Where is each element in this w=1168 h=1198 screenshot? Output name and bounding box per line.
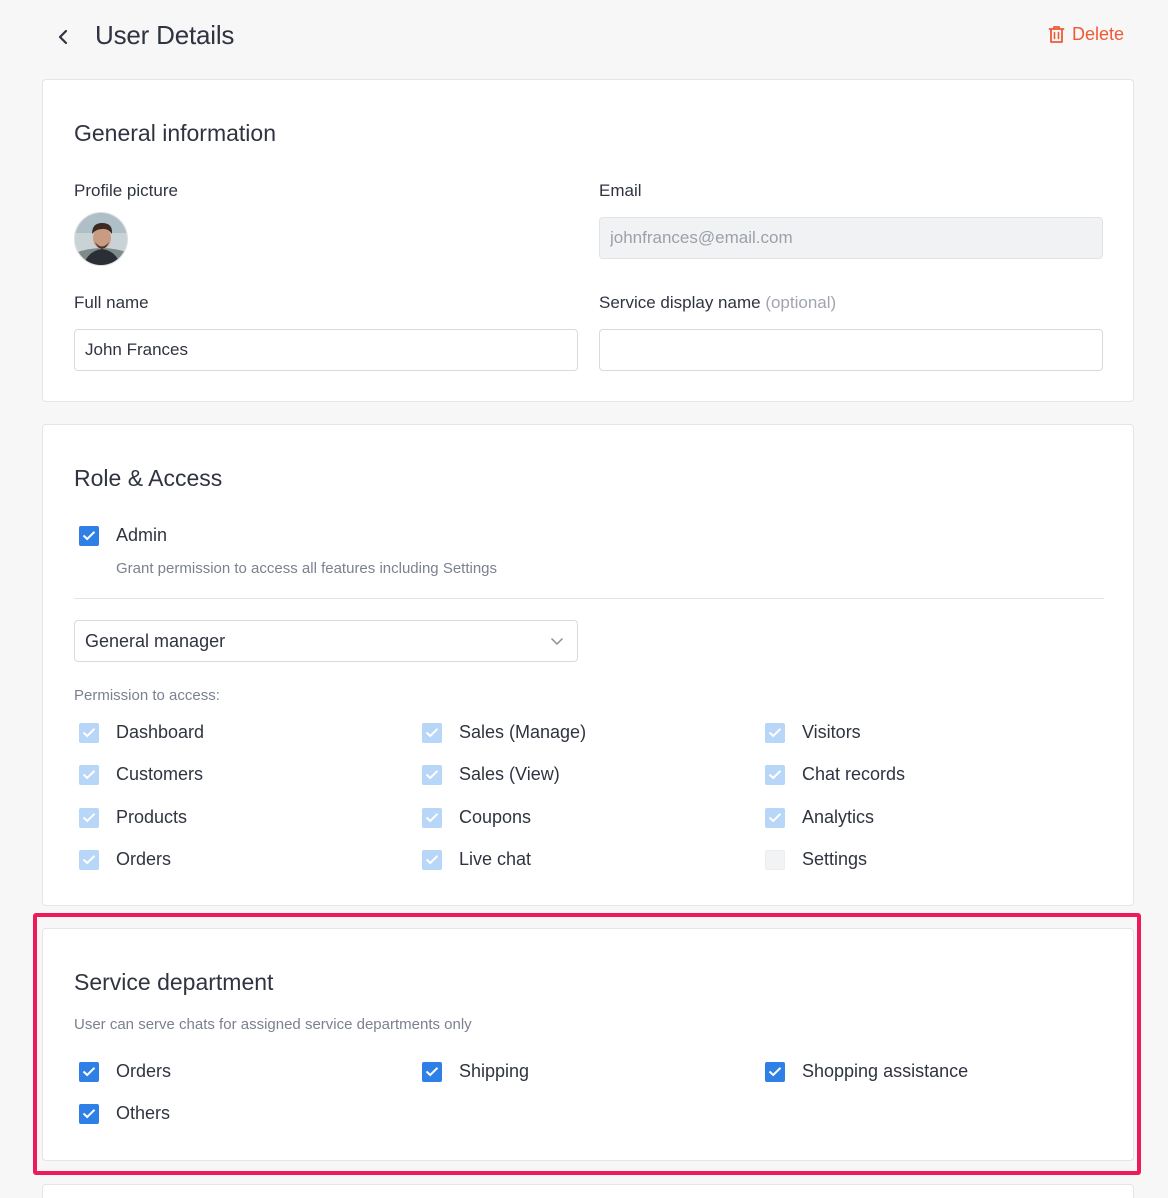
- general-information-card: General information Profile picture Emai…: [42, 79, 1134, 402]
- delete-label: Delete: [1071, 24, 1124, 44]
- checkbox[interactable]: [765, 722, 785, 743]
- role-access-card: Role & Access Admin Grant permission to …: [42, 424, 1134, 906]
- permission-orders[interactable]: Orders: [79, 849, 171, 870]
- checkmark-icon: [425, 770, 439, 780]
- checkbox[interactable]: [79, 764, 99, 785]
- role-select[interactable]: General manager: [74, 620, 578, 662]
- permission-label-text: Chat records: [802, 764, 906, 784]
- delete-button[interactable]: Delete: [1048, 24, 1124, 45]
- checkmark-icon: [425, 1067, 439, 1077]
- checkbox[interactable]: [79, 1061, 99, 1082]
- optional-tag: (optional): [765, 293, 837, 312]
- email-label: Email: [599, 181, 642, 200]
- display-name-label: Service display name (optional): [599, 293, 836, 313]
- permission-label-text: Customers: [116, 764, 204, 784]
- permission-chat-records[interactable]: Chat records: [765, 764, 905, 785]
- checkbox[interactable]: [79, 807, 99, 828]
- permission-label-text: Sales (Manage): [459, 722, 587, 742]
- display-name-label-text: Service display name: [599, 293, 761, 312]
- checkbox[interactable]: [765, 1061, 785, 1082]
- checkmark-icon: [82, 1067, 96, 1077]
- checkbox[interactable]: [422, 807, 442, 828]
- checkbox[interactable]: [422, 1061, 442, 1082]
- permission-label-text: Dashboard: [116, 722, 205, 742]
- department-orders[interactable]: Orders: [79, 1061, 171, 1082]
- checkbox[interactable]: [422, 722, 442, 743]
- department-others[interactable]: Others: [79, 1103, 170, 1124]
- checkbox[interactable]: [422, 849, 442, 870]
- permission-coupons[interactable]: Coupons: [422, 807, 531, 828]
- admin-label: Admin: [116, 525, 168, 545]
- next-card: [42, 1184, 1134, 1198]
- display-name-field[interactable]: [599, 329, 1103, 371]
- role-select-value: General manager: [85, 630, 226, 651]
- permission-label-text: Settings: [802, 849, 868, 869]
- checkmark-icon: [425, 855, 439, 865]
- permission-label-text: Orders: [116, 849, 172, 869]
- checkbox[interactable]: [765, 807, 785, 828]
- profile-photo: [75, 213, 127, 265]
- checkbox[interactable]: [765, 764, 785, 785]
- checkmark-icon: [82, 813, 96, 823]
- checkbox[interactable]: [79, 849, 99, 870]
- permission-sales-manage[interactable]: Sales (Manage): [422, 722, 586, 743]
- permission-visitors[interactable]: Visitors: [765, 722, 861, 743]
- admin-checkbox[interactable]: Admin: [79, 525, 167, 546]
- checkbox[interactable]: [765, 849, 785, 870]
- permission-label-text: Products: [116, 807, 188, 827]
- department-shopping-assistance[interactable]: Shopping assistance: [765, 1061, 968, 1082]
- permission-products[interactable]: Products: [79, 807, 187, 828]
- checkmark-icon: [425, 728, 439, 738]
- permission-label-text: Live chat: [459, 849, 532, 869]
- admin-helper-text: Grant permission to access all features …: [116, 560, 498, 577]
- full-name-field[interactable]: [74, 329, 578, 371]
- email-field: [599, 217, 1103, 259]
- permission-label-text: Sales (View): [459, 764, 560, 784]
- role-access-title: Role & Access: [74, 465, 223, 491]
- checkmark-icon: [768, 1067, 782, 1077]
- checkmark-icon: [82, 728, 96, 738]
- permission-label-text: Coupons: [459, 807, 532, 827]
- department-label: Shipping: [459, 1061, 530, 1081]
- department-shipping[interactable]: Shipping: [422, 1061, 529, 1082]
- full-name-label: Full name: [74, 293, 149, 312]
- permission-label-text: Visitors: [802, 722, 861, 742]
- service-department-title: Service department: [74, 969, 274, 995]
- back-button[interactable]: [50, 24, 76, 50]
- avatar[interactable]: [74, 212, 128, 266]
- checkbox-admin[interactable]: [79, 525, 99, 546]
- permission-customers[interactable]: Customers: [79, 764, 203, 785]
- general-information-title: General information: [74, 120, 276, 146]
- checkmark-icon: [768, 813, 782, 823]
- department-label: Shopping assistance: [802, 1061, 969, 1081]
- checkbox[interactable]: [79, 1103, 99, 1124]
- page-header: User Details Delete: [0, 0, 1168, 78]
- department-label: Others: [116, 1103, 171, 1123]
- checkmark-icon: [768, 770, 782, 780]
- service-department-card: Service department User can serve chats …: [42, 928, 1134, 1161]
- chevron-left-icon: [58, 29, 68, 45]
- permission-live-chat[interactable]: Live chat: [422, 849, 531, 870]
- checkmark-icon: [82, 1109, 96, 1119]
- checkbox[interactable]: [422, 764, 442, 785]
- department-label: Orders: [116, 1061, 172, 1081]
- permission-analytics[interactable]: Analytics: [765, 807, 874, 828]
- checkbox[interactable]: [79, 722, 99, 743]
- permission-label-text: Analytics: [802, 807, 875, 827]
- checkmark-icon: [82, 770, 96, 780]
- chevron-down-icon: [550, 637, 564, 646]
- permission-settings[interactable]: Settings: [765, 849, 867, 870]
- divider: [74, 598, 1104, 599]
- service-department-helper: User can serve chats for assigned servic…: [74, 1016, 472, 1033]
- checkmark-icon: [82, 531, 96, 541]
- permission-label: Permission to access:: [74, 687, 220, 704]
- trash-icon: [1048, 26, 1065, 43]
- checkmark-icon: [82, 855, 96, 865]
- page-title: User Details: [95, 20, 235, 50]
- profile-picture-label: Profile picture: [74, 181, 178, 200]
- permission-sales-view[interactable]: Sales (View): [422, 764, 560, 785]
- permission-dashboard[interactable]: Dashboard: [79, 722, 204, 743]
- checkmark-icon: [768, 728, 782, 738]
- checkmark-icon: [425, 813, 439, 823]
